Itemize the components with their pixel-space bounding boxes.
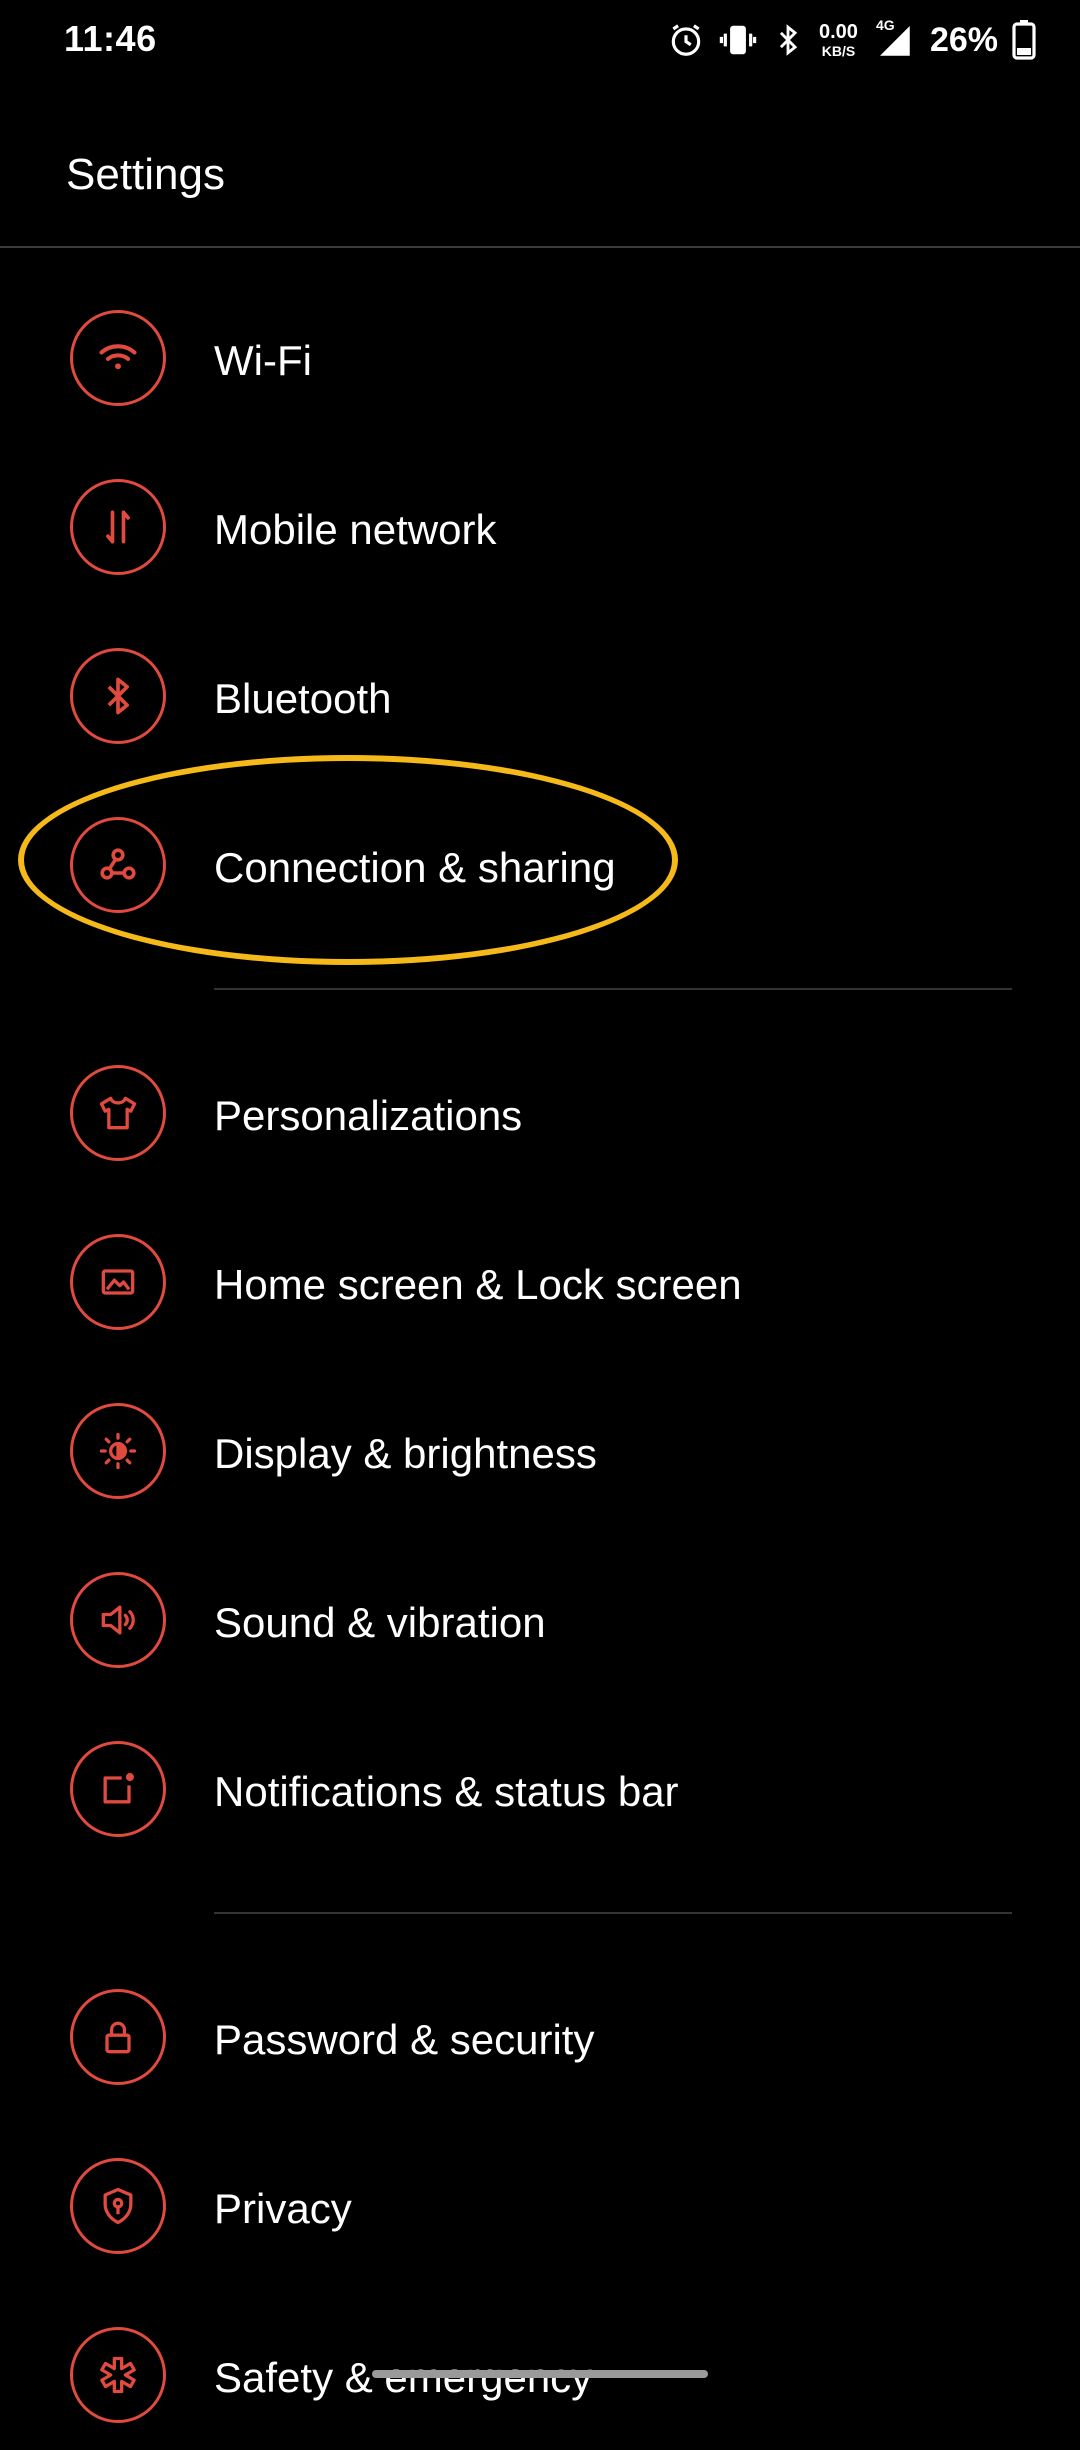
app-header: Settings [0, 120, 1080, 248]
settings-item-label: Bluetooth [214, 675, 392, 722]
status-time: 11:46 [64, 18, 157, 59]
section-divider [214, 1912, 1012, 1914]
settings-item-label: Mobile network [214, 506, 497, 553]
settings-item-label: Notifications & status bar [214, 1768, 679, 1815]
brightness-icon [70, 1403, 166, 1499]
settings-item-display-brightness[interactable]: Display & brightness [0, 1376, 1080, 1526]
gesture-nav-handle[interactable] [372, 2370, 708, 2378]
settings-item-label: Personalizations [214, 1092, 523, 1139]
notification-icon [70, 1741, 166, 1837]
settings-item-mobile-network[interactable]: Mobile network [0, 452, 1080, 602]
connection-sharing-icon [70, 817, 166, 913]
settings-item-notifications-status-bar[interactable]: Notifications & status bar [0, 1714, 1080, 1864]
signal-icon: 4G [872, 17, 916, 61]
status-icons: 0.00 KB/S 4G 26% [667, 14, 1036, 66]
emergency-icon [70, 2327, 166, 2423]
battery-icon [1012, 20, 1036, 60]
wifi-icon [70, 310, 166, 406]
bluetooth-status-icon [771, 21, 805, 59]
network-speed-value: 0.00 [819, 21, 858, 43]
settings-item-bluetooth[interactable]: Bluetooth [0, 621, 1080, 771]
settings-item-password-security[interactable]: Password & security [0, 1962, 1080, 2112]
lock-icon [70, 1989, 166, 2085]
settings-item-label: Home screen & Lock screen [214, 1261, 742, 1308]
settings-item-label: Privacy [214, 2185, 352, 2232]
battery-percent: 26% [929, 20, 998, 59]
settings-item-home-lock-screen[interactable]: Home screen & Lock screen [0, 1207, 1080, 1357]
network-speed: 0.00 KB/S [819, 22, 858, 58]
speaker-icon [70, 1572, 166, 1668]
privacy-shield-icon [70, 2158, 166, 2254]
image-frame-icon [70, 1234, 166, 1330]
page-title: Settings [66, 150, 225, 199]
settings-item-label: Display & brightness [214, 1430, 597, 1477]
status-bar: 11:46 0.00 KB/S 4G 26% [0, 0, 1080, 80]
mobile-data-icon [70, 479, 166, 575]
settings-item-connection-sharing[interactable]: Connection & sharing [0, 790, 1080, 940]
settings-item-label: Safety & emergency [214, 2354, 592, 2401]
alarm-icon [667, 21, 705, 59]
bluetooth-icon [70, 648, 166, 744]
network-type: 4G [875, 17, 895, 33]
settings-item-label: Sound & vibration [214, 1599, 546, 1646]
settings-item-label: Password & security [214, 2016, 595, 2063]
network-speed-unit: KB/S [821, 43, 856, 59]
tshirt-icon [70, 1065, 166, 1161]
settings-item-label: Connection & sharing [214, 844, 616, 891]
settings-item-privacy[interactable]: Privacy [0, 2131, 1080, 2281]
settings-item-wifi[interactable]: Wi-Fi [0, 283, 1080, 433]
section-divider [214, 988, 1012, 990]
settings-item-label: Wi-Fi [214, 337, 312, 384]
settings-item-sound-vibration[interactable]: Sound & vibration [0, 1545, 1080, 1695]
settings-item-personalizations[interactable]: Personalizations [0, 1038, 1080, 1188]
vibrate-icon [719, 21, 757, 59]
